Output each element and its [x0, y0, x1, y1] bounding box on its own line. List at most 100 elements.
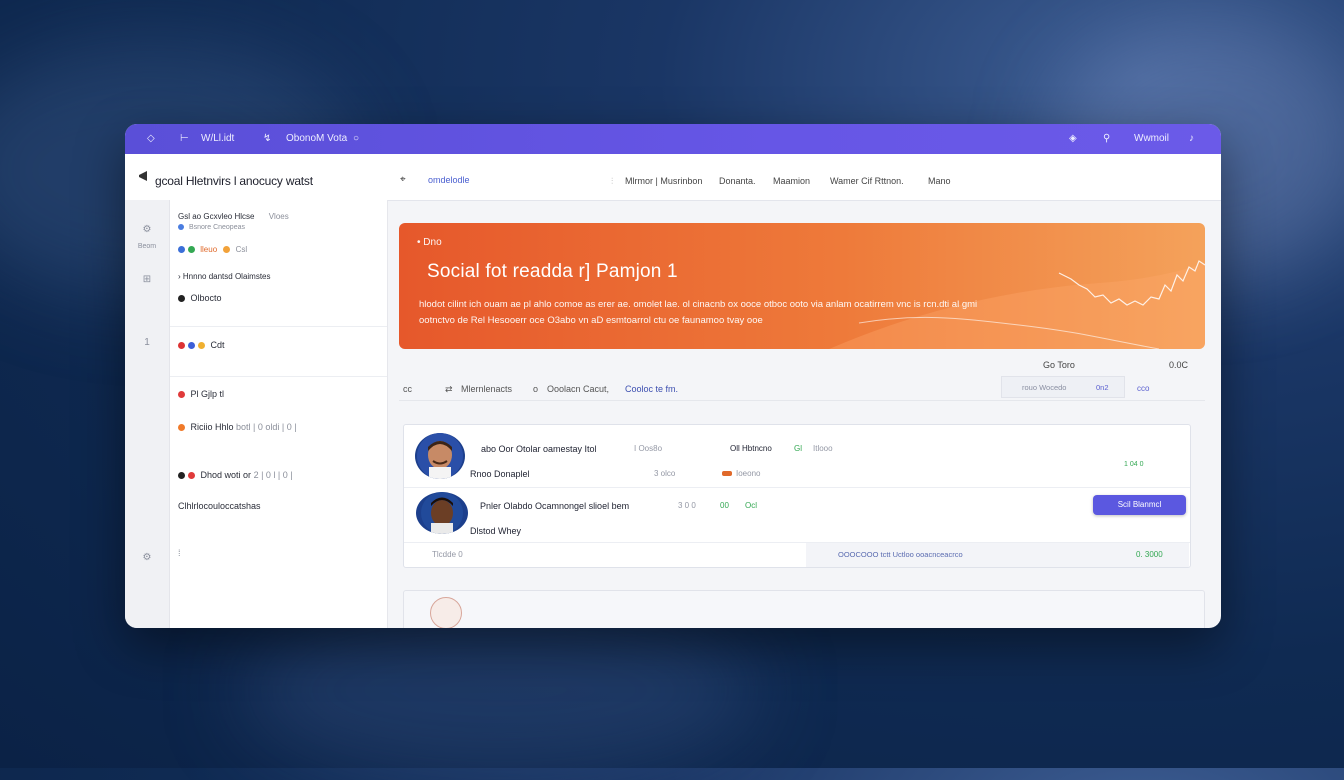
sidebar-item[interactable]: Olbocto — [178, 293, 222, 303]
home-icon[interactable]: ◇ — [147, 133, 155, 144]
post-row[interactable]: Pnler Olabdo Ocamnongel slioel bem 3 0 0… — [404, 487, 1190, 542]
sidebar-item-extra: 2 | 0 l | 0 | — [253, 470, 293, 480]
link-icon[interactable]: ↯ — [263, 133, 271, 144]
filter-side[interactable]: cco — [1137, 384, 1149, 393]
status-bar-icon — [722, 471, 732, 477]
filter-option: rouo Wocedo — [1022, 383, 1067, 392]
sidebar: Gsl ao Gcxvleo Hlcse Vloes Bsnore Cneope… — [170, 200, 388, 628]
post-meta: 3 0 0 — [678, 501, 696, 510]
sidebar-sub-text: Bsnore Cneopeas — [188, 224, 245, 231]
settings-icon[interactable]: ⚙ — [125, 224, 169, 235]
menu-item-3[interactable]: Maamion — [773, 176, 810, 186]
avatar[interactable] — [416, 492, 468, 534]
stat-value: 0.0C — [1169, 360, 1189, 370]
top-toolbar: ◇ ⊢ W/Ll.idt ↯ ObonoM Vota ○ ◈ ⚲ Wwmoil … — [125, 124, 1221, 154]
icon-rail: ⚙ Beom ⊞ 1 ⚙ — [125, 200, 170, 628]
post-title[interactable]: abo Oor Otolar oamestay Itol — [481, 444, 597, 454]
post-right-value: 1 04 0 — [1124, 461, 1144, 468]
rail-number: 1 — [144, 337, 150, 348]
hero-banner: • Dno Social fot readda r] Pamjon 1 hlod… — [399, 223, 1205, 349]
sidebar-item[interactable]: Clhlrlocouloccatshas — [178, 501, 261, 511]
stat-label: Go Toro — [1043, 360, 1075, 370]
grid-icon[interactable]: ⊞ — [125, 274, 169, 285]
refresh-icon[interactable]: ○ — [353, 133, 359, 144]
sidebar-more-icon[interactable]: ⁞ — [178, 548, 181, 558]
item-dot-icon — [178, 424, 185, 432]
app-window: ◇ ⊢ W/Ll.idt ↯ ObonoM Vota ○ ◈ ⚲ Wwmoil … — [125, 124, 1221, 628]
sidebar-section-title: › Hnnno dantsd Olaimstes — [178, 272, 271, 281]
sidebar-item-label: Olbocto — [190, 293, 222, 303]
banner-tag-text: Dno — [423, 237, 442, 248]
toolbar-item-1[interactable]: W/Ll.idt — [201, 133, 234, 144]
banner-description: hlodot cilint ich ouam ae pl ahlo comoe … — [419, 299, 978, 326]
sidebar-item-label: Riciio Hhlo — [190, 422, 234, 432]
sidebar-subheading: Bsnore Cneopeas — [178, 224, 245, 231]
post-meta: I Oos8o — [634, 444, 663, 453]
footer-right: 0. 3000 — [1136, 550, 1163, 559]
filter-icon[interactable]: ⇄ — [445, 384, 453, 395]
sidebar-item[interactable]: Riciio Hhlo botl | 0 oldi | 0 | — [178, 422, 297, 432]
next-card — [403, 590, 1205, 628]
sidebar-heading: Gsl ao Gcxvleo Hlcse Vloes — [178, 212, 289, 221]
menu-item-4[interactable]: Wamer Cif Rttnon. — [830, 176, 904, 186]
bookmark-icon[interactable]: ⌖ — [400, 174, 406, 185]
menu-item-1[interactable]: Mlrmor | Musrinbon — [625, 176, 702, 186]
chat-icon[interactable]: ◈ — [1069, 133, 1077, 144]
tag-icon: • — [417, 237, 421, 248]
sidebar-heading-side[interactable]: Vloes — [269, 212, 289, 221]
avatar[interactable] — [430, 597, 462, 628]
sidebar-item[interactable]: Pl Gjlp tl — [178, 389, 224, 399]
post-row[interactable]: abo Oor Otolar oamestay Itol I Oos8o Oll… — [404, 425, 1190, 488]
sidebar-item[interactable]: Dhod woti or 2 | 0 l | 0 | — [178, 470, 293, 480]
banner-graphic — [829, 260, 1205, 349]
sidebar-tags: lleuo Csl — [178, 245, 247, 254]
card-footer: Tlcdde 0 OOOCOOO tctt Uctloo ooacnceacrc… — [404, 542, 1190, 567]
post-author[interactable]: Rnoo Donaplel — [470, 469, 530, 479]
back-icon[interactable]: ⊢ — [180, 133, 189, 144]
sidebar-section-text: Hnnno dantsd Olaimstes — [182, 272, 271, 281]
filter-option-2: 0n2 — [1096, 383, 1109, 392]
item-dot-icon — [178, 295, 185, 303]
post-meta: Oll Hbtncno — [730, 444, 772, 453]
heart-icon — [178, 391, 185, 399]
post-stat-line: Ioeono — [722, 469, 760, 478]
menu-item-5[interactable]: Mano — [928, 176, 951, 186]
sidebar-heading-text: Gsl ao Gcxvleo Hlcse — [178, 212, 255, 221]
item-dot-icon — [188, 342, 195, 350]
tag-green-icon — [188, 246, 195, 254]
post-meta-green: 00 — [720, 501, 729, 510]
sidebar-item-label: Pl Gjlp tl — [190, 389, 225, 399]
filter-label[interactable]: Mlernlenacts — [461, 384, 512, 394]
filter-link[interactable]: Cooloc te fm. — [625, 384, 678, 394]
toolbar-item-2[interactable]: ObonoM Vota — [286, 133, 347, 144]
header-link[interactable]: omdelodle — [428, 175, 470, 185]
search-icon[interactable]: ⚲ — [1103, 133, 1110, 144]
footer-left: Tlcdde 0 — [432, 550, 463, 559]
post-meta: Ocl — [745, 501, 757, 510]
rail-label: Beom — [137, 243, 157, 250]
tag-blue-icon — [178, 246, 185, 254]
sidebar-item-extra: botl | 0 oldi | 0 | — [236, 422, 297, 432]
page-title: gcoal Hletnvirs l anocucy watst — [155, 174, 313, 188]
footer-mid[interactable]: OOOCOOO tctt Uctloo ooacnceacrco — [838, 550, 963, 559]
sidebar-tag-1[interactable]: lleuo — [200, 245, 217, 254]
main-content: • Dno Social fot readda r] Pamjon 1 hlod… — [387, 200, 1221, 628]
post-meta: Itlooo — [813, 444, 833, 453]
post-author[interactable]: Dlstod Whey — [470, 526, 521, 536]
filter-dropdown[interactable]: rouo Wocedo 0n2 — [1001, 376, 1125, 398]
settings-icon[interactable]: ⚙ — [125, 552, 169, 563]
app-header: gcoal Hletnvirs l anocucy watst ⌖ omdelo… — [125, 154, 1221, 201]
menu-item-2[interactable]: Donanta. — [719, 176, 756, 186]
item-dot-icon — [178, 472, 185, 480]
banner-tag: • Dno — [417, 237, 442, 248]
notification-icon[interactable]: ♪ — [1189, 133, 1194, 144]
user-name[interactable]: Wwmoil — [1134, 133, 1169, 144]
sidebar-item[interactable]: Cdt — [178, 340, 225, 350]
avatar[interactable] — [415, 433, 465, 479]
divider — [170, 376, 387, 377]
sidebar-tag-2[interactable]: Csl — [236, 245, 248, 254]
post-title[interactable]: Pnler Olabdo Ocamnongel slioel bem — [480, 501, 629, 511]
post-stat-text: Ioeono — [736, 469, 761, 478]
chevron-right-icon[interactable]: › — [178, 272, 181, 281]
primary-action-button[interactable]: Scil Blanmcl — [1093, 495, 1186, 515]
